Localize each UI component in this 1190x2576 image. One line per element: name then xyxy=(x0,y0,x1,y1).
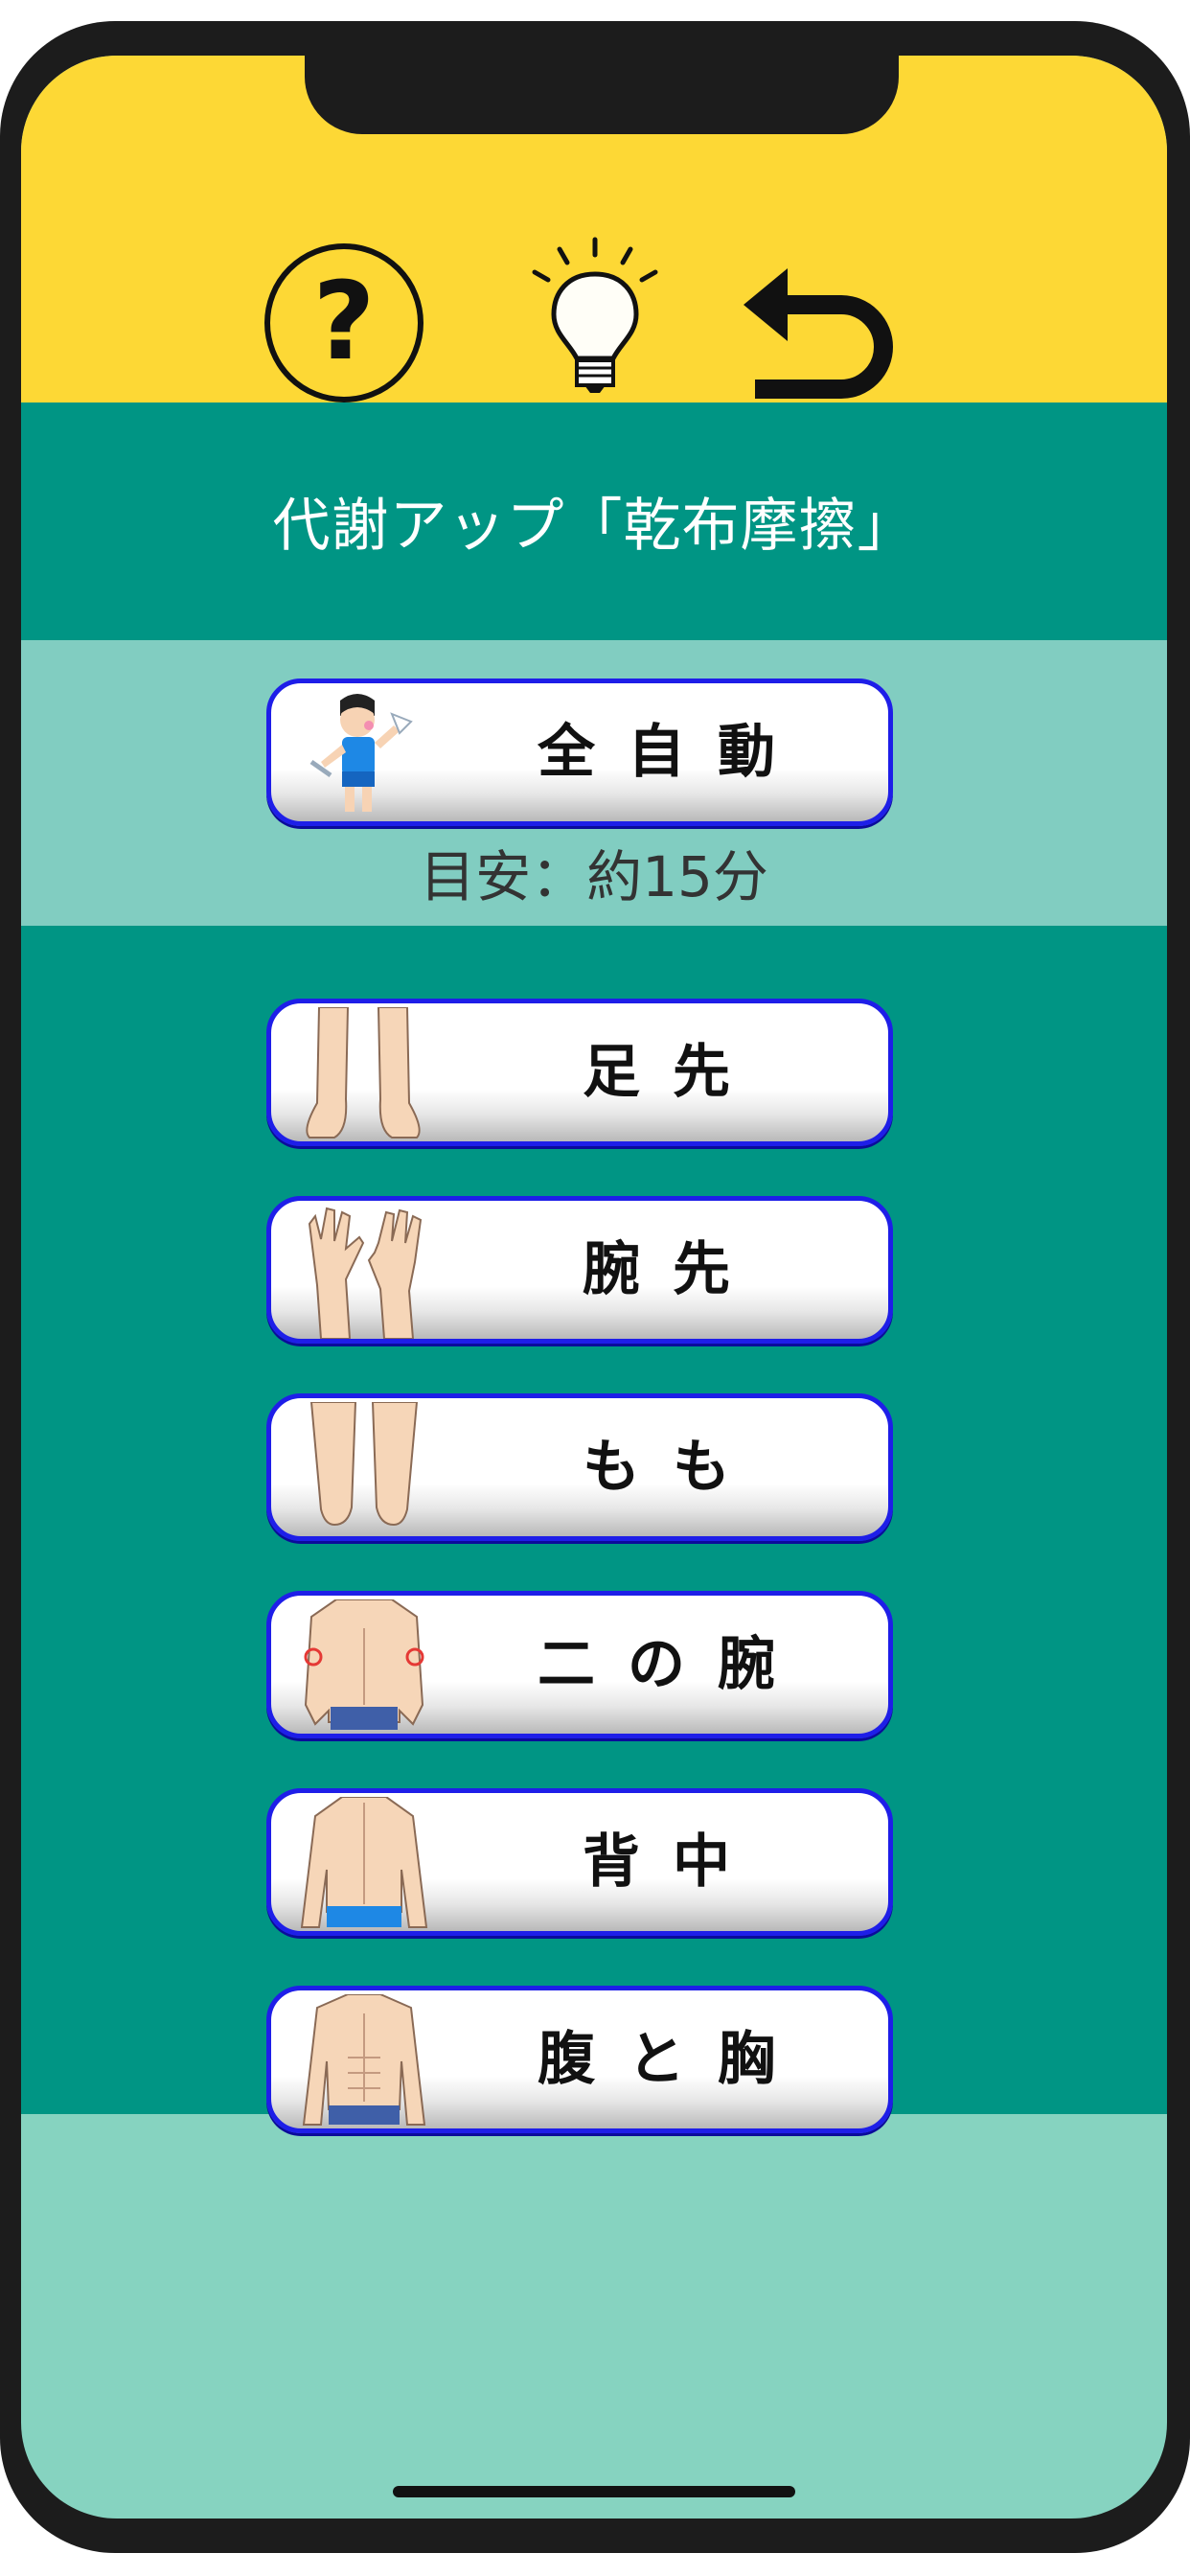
exercise-boy-icon xyxy=(309,694,413,812)
upper-arms-button[interactable]: 二の腕 xyxy=(266,1591,893,1738)
back-button-label: 背中 xyxy=(583,1828,763,1896)
auto-button[interactable]: 全自動 xyxy=(266,678,893,826)
page-title: 代謝アップ「乾布摩擦」 xyxy=(272,493,916,560)
chest-abdomen-icon xyxy=(302,1994,426,2126)
forearms-button[interactable]: 腕先 xyxy=(266,1196,893,1344)
auto-section: 全自動 目安：約15分 xyxy=(21,640,1167,926)
hands-icon xyxy=(308,1207,423,1339)
feet-icon xyxy=(306,1007,421,1138)
home-indicator[interactable] xyxy=(393,2486,795,2497)
thighs-icon xyxy=(309,1402,419,1527)
app-screen: ? 代謝アップ「乾布摩擦」 全自動 目安：約15分 足先 腕先 もも 二の腕 背… xyxy=(21,56,1167,2518)
title-bar: 代謝アップ「乾布摩擦」 xyxy=(21,402,1167,640)
forearms-button-label: 腕先 xyxy=(583,1236,763,1303)
feet-button-label: 足先 xyxy=(583,1039,763,1106)
return-arrow-icon[interactable] xyxy=(736,242,899,404)
abdomen-chest-button-label: 腹と胸 xyxy=(538,2026,808,2093)
thighs-button-label: もも xyxy=(583,1434,763,1501)
upper-arms-button-label: 二の腕 xyxy=(538,1631,808,1698)
auto-button-label: 全自動 xyxy=(538,719,808,786)
lightbulb-icon[interactable] xyxy=(514,234,676,397)
upper-arms-icon xyxy=(304,1599,424,1730)
abdomen-chest-button[interactable]: 腹と胸 xyxy=(266,1986,893,2133)
phone-frame: ? 代謝アップ「乾布摩擦」 全自動 目安：約15分 足先 腕先 もも 二の腕 背… xyxy=(0,21,1190,2553)
back-button[interactable]: 背中 xyxy=(266,1788,893,1936)
body-part-list: 足先 腕先 もも 二の腕 背中 腹と胸 xyxy=(21,926,1167,2133)
estimate-text: 目安：約15分 xyxy=(420,844,768,909)
thighs-button[interactable]: もも xyxy=(266,1393,893,1541)
feet-button[interactable]: 足先 xyxy=(266,999,893,1146)
back-icon xyxy=(300,1797,428,1928)
svg-text:?: ? xyxy=(313,260,376,384)
question-circle-icon[interactable]: ? xyxy=(263,242,425,404)
device-notch xyxy=(305,56,899,134)
